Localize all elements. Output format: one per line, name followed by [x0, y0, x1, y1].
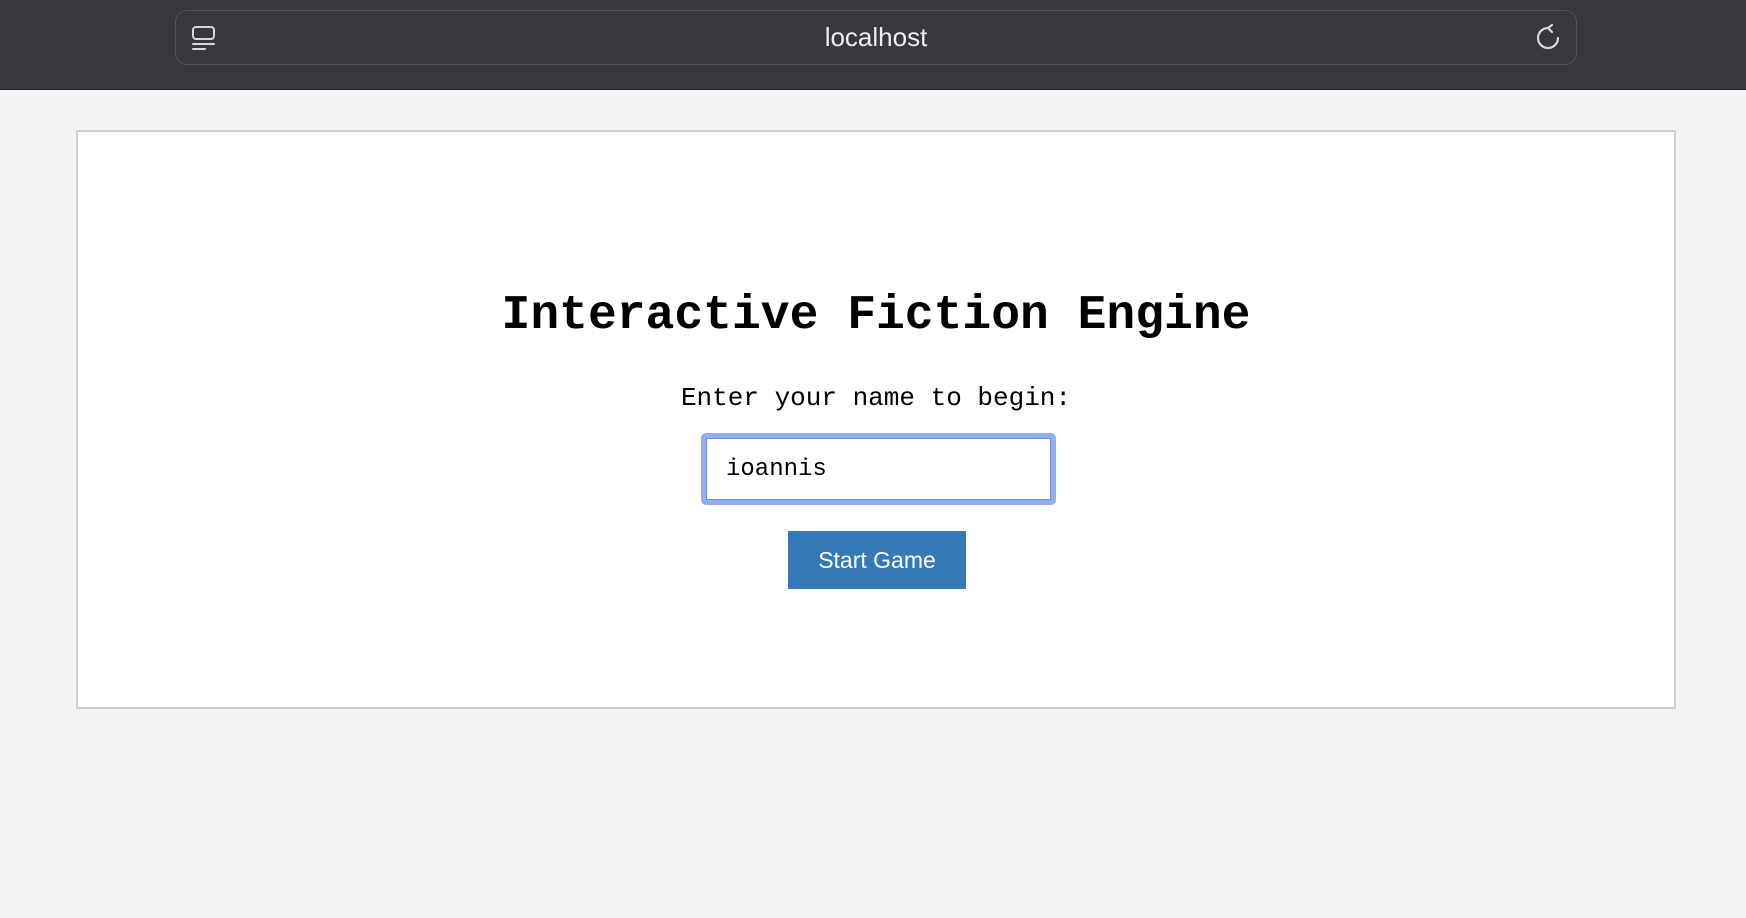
- url-text[interactable]: localhost: [176, 11, 1576, 64]
- name-input[interactable]: [701, 433, 1056, 505]
- name-prompt-label: Enter your name to begin:: [680, 383, 1072, 413]
- start-game-button[interactable]: Start Game: [788, 531, 966, 589]
- game-start-card: Interactive Fiction Engine Enter your na…: [76, 130, 1676, 709]
- browser-toolbar: localhost: [0, 0, 1746, 90]
- reload-icon[interactable]: [1534, 23, 1562, 52]
- address-bar[interactable]: localhost: [175, 10, 1577, 65]
- page-title: Interactive Fiction Engine: [501, 289, 1251, 343]
